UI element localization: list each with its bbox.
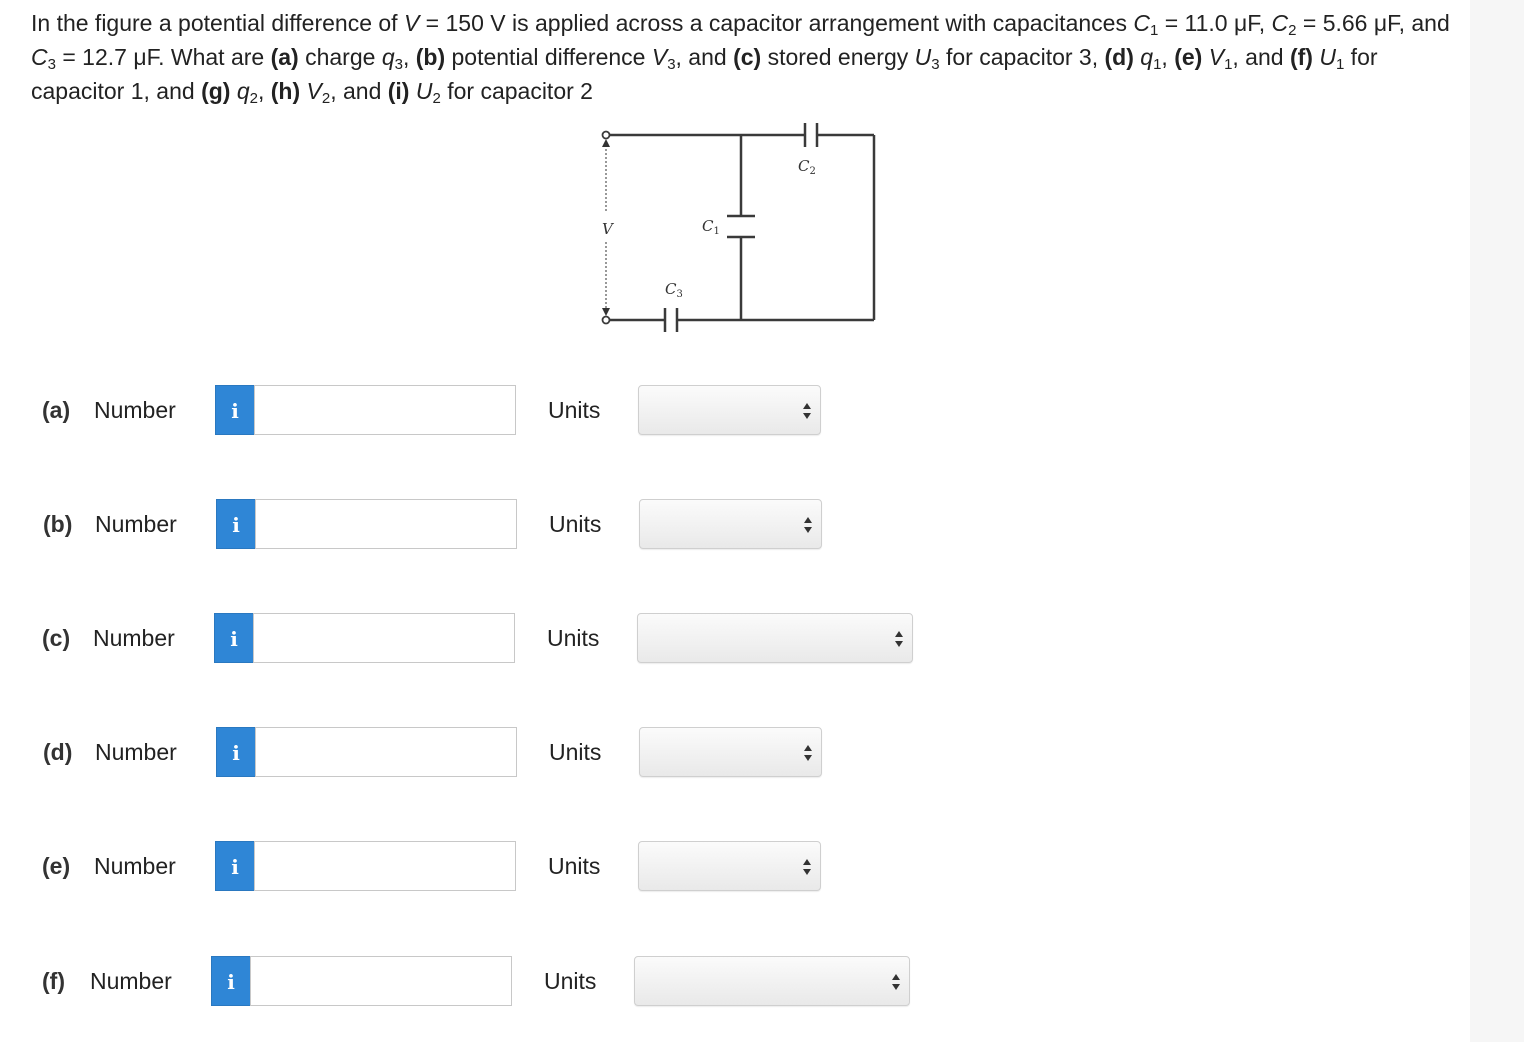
select-arrows-icon: [892, 974, 900, 990]
info-button-b[interactable]: i: [216, 499, 256, 549]
units-select-c[interactable]: [637, 613, 913, 663]
info-button-f[interactable]: i: [211, 956, 251, 1006]
number-input-b[interactable]: [255, 499, 517, 549]
answer-row-d: (d) Number i Units: [0, 727, 1470, 777]
number-label-a: Number: [94, 397, 176, 423]
number-label-e: Number: [94, 853, 176, 879]
capacitor-c3-label: C3: [665, 280, 683, 300]
info-button-a[interactable]: i: [215, 385, 255, 435]
part-label-d: (d): [43, 739, 73, 765]
select-arrows-icon: [804, 745, 812, 761]
answer-row-e: (e) Number i Units: [0, 841, 1470, 891]
number-label-b: Number: [95, 511, 177, 537]
answer-row-c: (c) Number i Units: [0, 613, 1470, 663]
select-arrows-icon: [895, 631, 903, 647]
number-input-a[interactable]: [254, 385, 516, 435]
part-label-f: (f): [42, 968, 65, 994]
answer-row-b: (b) Number i Units: [0, 499, 1470, 549]
capacitor-c3-symbol: [663, 308, 679, 332]
units-label-b: Units: [549, 511, 602, 537]
units-label-f: Units: [544, 968, 597, 994]
capacitor-c1-label: C1: [702, 217, 720, 237]
select-arrows-icon: [804, 517, 812, 533]
number-input-d[interactable]: [255, 727, 517, 777]
part-label-e: (e): [42, 853, 71, 879]
units-select-a[interactable]: [638, 385, 821, 435]
question-page: In the figure a potential difference of …: [0, 0, 1470, 1042]
part-label-b: (b): [43, 511, 73, 537]
number-label-f: Number: [90, 968, 172, 994]
part-label-a: (a): [42, 397, 71, 423]
number-input-f[interactable]: [250, 956, 512, 1006]
units-label-a: Units: [548, 397, 601, 423]
question-text: In the figure a potential difference of …: [31, 10, 1450, 107]
capacitor-c2-symbol: [803, 123, 819, 147]
voltage-label: V: [602, 220, 615, 238]
terminal-bottom: [601, 315, 611, 325]
number-input-c[interactable]: [253, 613, 515, 663]
part-label-c: (c): [42, 625, 71, 651]
number-label-d: Number: [95, 739, 177, 765]
units-label-e: Units: [548, 853, 601, 879]
info-button-e[interactable]: i: [215, 841, 255, 891]
answer-row-f: (f) Number i Units: [0, 956, 1470, 1006]
circuit-diagram: V C1 C2 C3: [601, 123, 876, 332]
capacitor-c2-label: C2: [798, 157, 816, 177]
units-select-b[interactable]: [639, 499, 822, 549]
units-select-f[interactable]: [634, 956, 910, 1006]
units-select-e[interactable]: [638, 841, 821, 891]
number-input-e[interactable]: [254, 841, 516, 891]
capacitor-c1-symbol: [727, 214, 755, 239]
units-label-c: Units: [547, 625, 600, 651]
info-button-c[interactable]: i: [214, 613, 254, 663]
number-label-c: Number: [93, 625, 175, 651]
units-label-d: Units: [549, 739, 602, 765]
terminal-top: [601, 130, 611, 140]
units-select-d[interactable]: [639, 727, 822, 777]
answer-row-a: (a) Number i Units: [0, 385, 1470, 435]
info-button-d[interactable]: i: [216, 727, 256, 777]
select-arrows-icon: [803, 403, 811, 419]
select-arrows-icon: [803, 859, 811, 875]
